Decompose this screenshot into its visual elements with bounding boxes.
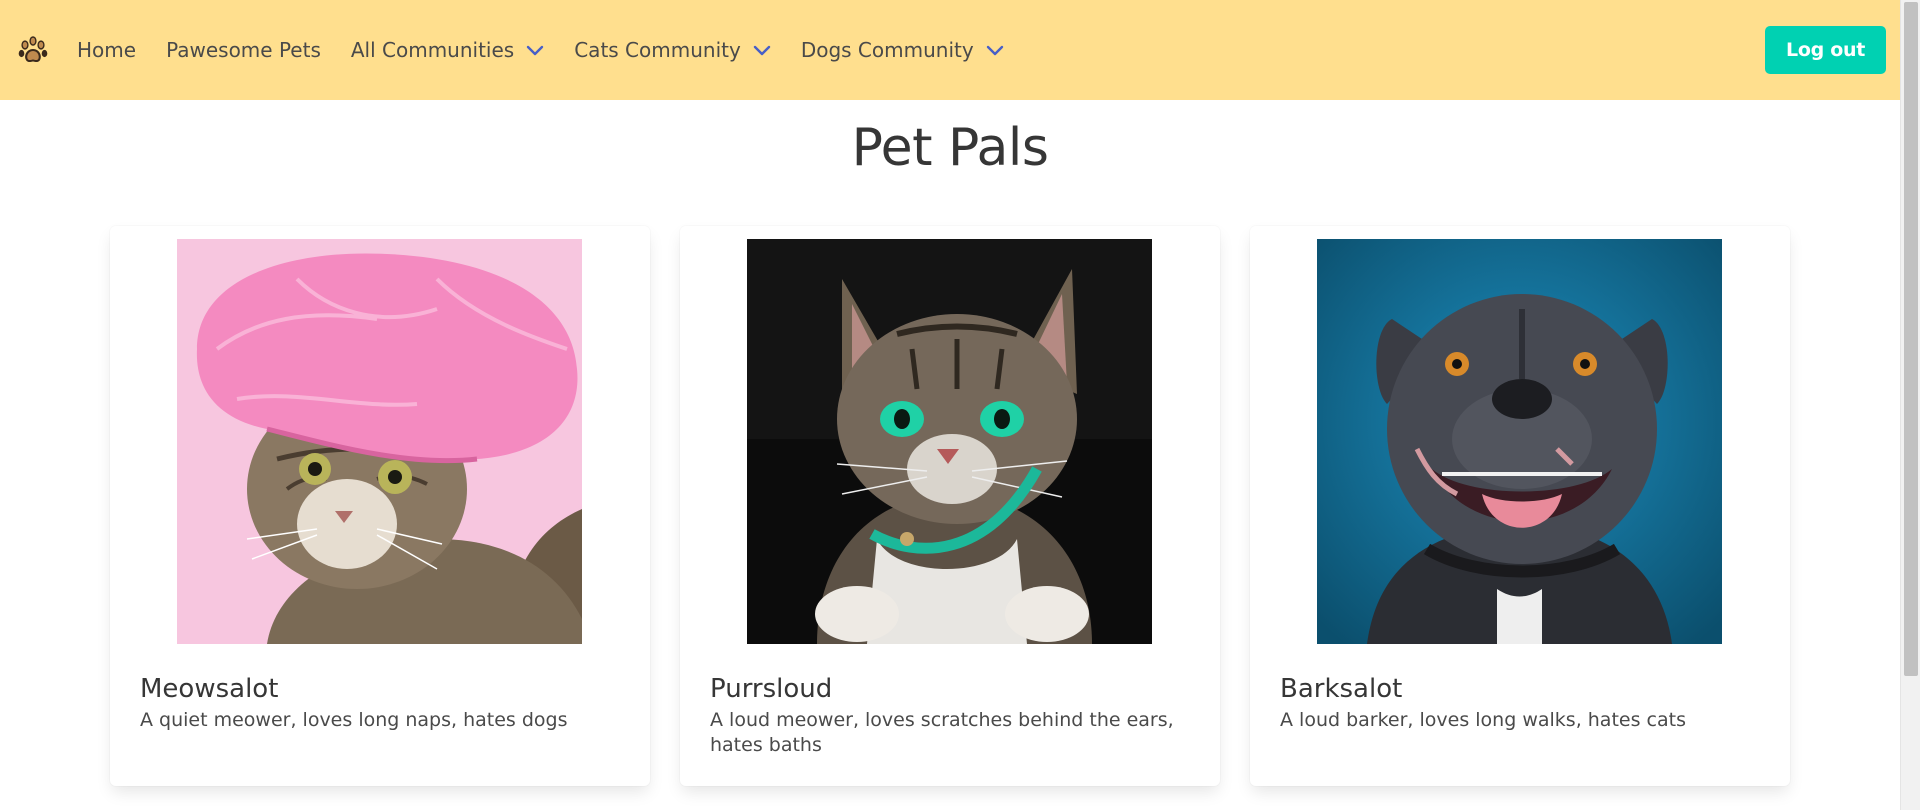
page-title: Pet Pals [851,118,1049,178]
pet-photo-meowsalot [177,239,582,644]
nav-all-communities-label: All Communities [350,38,515,62]
nav-all-communities-dropdown[interactable]: All Communities [336,0,559,100]
nav-home-label: Home [77,38,137,62]
pet-photo-purrsloud [747,239,1152,644]
paw-print-icon[interactable] [16,33,50,67]
nav-cats-community-dropdown[interactable]: Cats Community [559,0,786,100]
vertical-scrollbar[interactable] [1900,0,1920,810]
pet-description: A loud meower, loves scratches behind th… [710,709,1174,756]
chevron-down-icon [753,44,771,56]
pet-name: Purrsloud [710,674,833,704]
nav-pawesome-pets[interactable]: Pawesome Pets [151,0,336,100]
pet-card-meowsalot[interactable]: Meowsalot A quiet meower, loves long nap… [110,226,650,786]
pet-card-barksalot[interactable]: Barksalot A loud barker, loves long walk… [1250,226,1790,786]
nav-home[interactable]: Home [62,0,151,100]
chevron-down-icon [986,44,1004,56]
nav-pawesome-pets-label: Pawesome Pets [166,38,321,62]
pet-card-purrsloud[interactable]: Purrsloud A loud meower, loves scratches… [680,226,1220,786]
navbar: Home Pawesome Pets All Communities Cats … [0,0,1900,100]
chevron-down-icon [526,44,544,56]
logout-button[interactable]: Log out [1765,26,1886,74]
pet-name: Meowsalot [140,674,279,704]
pet-name: Barksalot [1280,674,1403,704]
nav-cats-community-label: Cats Community [574,38,741,62]
pet-description: A quiet meower, loves long naps, hates d… [140,709,568,731]
pet-description: A loud barker, loves long walks, hates c… [1280,709,1686,731]
pet-photo-barksalot [1317,239,1722,644]
scrollbar-thumb[interactable] [1904,2,1918,676]
nav-dogs-community-dropdown[interactable]: Dogs Community [786,0,1019,100]
nav-dogs-community-label: Dogs Community [800,38,974,62]
